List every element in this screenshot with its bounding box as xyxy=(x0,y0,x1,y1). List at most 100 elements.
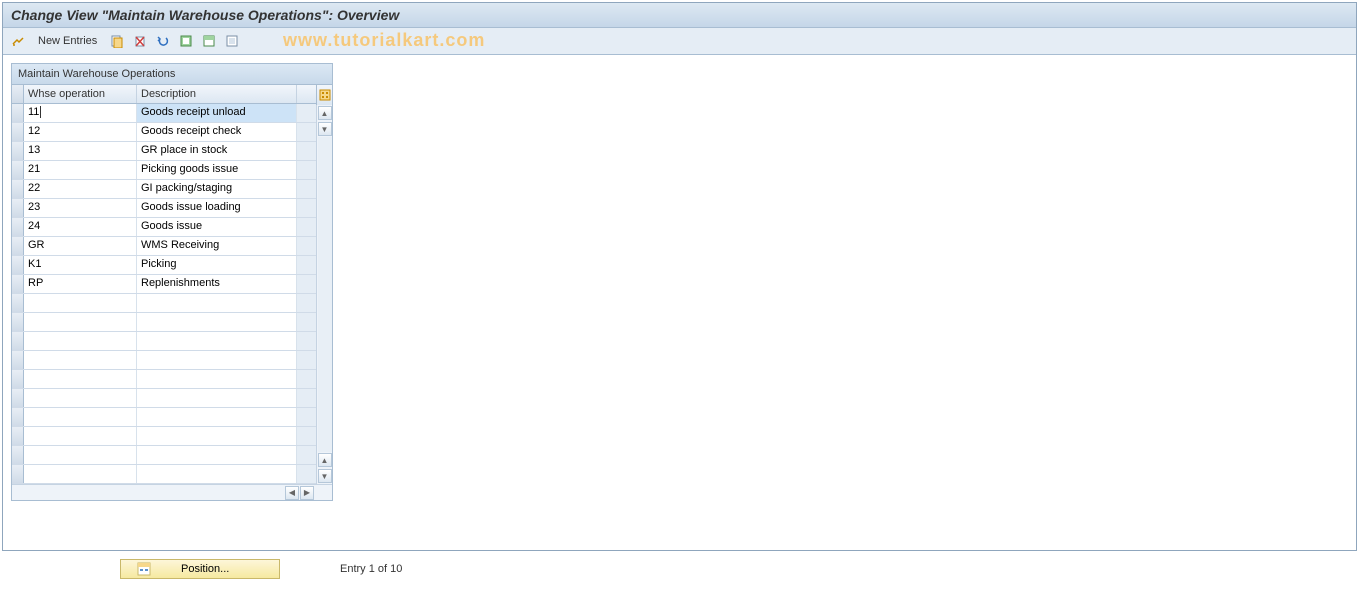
row-selector[interactable] xyxy=(12,218,24,236)
cell-description[interactable]: Goods receipt check xyxy=(137,123,297,141)
entry-count-text: Entry 1 of 10 xyxy=(340,563,402,575)
vertical-scrollbar[interactable]: ▲ ▼ ▲ ▼ xyxy=(316,105,332,484)
row-selector[interactable] xyxy=(12,427,24,445)
cell-description[interactable] xyxy=(137,294,297,312)
cell-whse-op[interactable] xyxy=(24,446,137,464)
row-selector[interactable] xyxy=(12,389,24,407)
cell-whse-op[interactable]: RP xyxy=(24,275,137,293)
cell-whse-op[interactable]: 24 xyxy=(24,218,137,236)
grid-header-row: Whse operation Description xyxy=(12,85,316,104)
cell-description[interactable]: WMS Receiving xyxy=(137,237,297,255)
scroll-left-button[interactable]: ◀ xyxy=(285,486,299,500)
cell-description[interactable]: Goods receipt unload xyxy=(137,104,297,122)
new-entries-button[interactable]: New Entries xyxy=(32,33,103,49)
row-selector[interactable] xyxy=(12,104,24,122)
cell-description[interactable]: GR place in stock xyxy=(137,142,297,160)
cell-description[interactable]: Picking xyxy=(137,256,297,274)
cell-description[interactable]: Picking goods issue xyxy=(137,161,297,179)
cell-whse-op[interactable] xyxy=(24,294,137,312)
table-row xyxy=(12,465,316,484)
delete-icon[interactable] xyxy=(131,32,149,50)
cell-description[interactable] xyxy=(137,313,297,331)
row-selector[interactable] xyxy=(12,199,24,217)
row-selector[interactable] xyxy=(12,275,24,293)
copy-as-icon[interactable] xyxy=(108,32,126,50)
position-button-label: Position... xyxy=(181,563,229,575)
toggle-display-change-icon[interactable] xyxy=(9,32,27,50)
row-selector[interactable] xyxy=(12,294,24,312)
cell-description[interactable] xyxy=(137,465,297,483)
cell-whse-op[interactable] xyxy=(24,313,137,331)
table-row: 12Goods receipt check xyxy=(12,123,316,142)
cell-whse-op[interactable] xyxy=(24,351,137,369)
row-selector[interactable] xyxy=(12,180,24,198)
cell-whse-op[interactable]: 21 xyxy=(24,161,137,179)
row-selector[interactable] xyxy=(12,256,24,274)
cell-whse-op[interactable]: GR xyxy=(24,237,137,255)
scroll-up-button[interactable]: ▲ xyxy=(318,106,332,120)
row-selector[interactable] xyxy=(12,465,24,483)
grid-container: Maintain Warehouse Operations Whse opera… xyxy=(11,63,333,501)
row-selector[interactable] xyxy=(12,123,24,141)
cell-description[interactable] xyxy=(137,427,297,445)
row-selector-header[interactable] xyxy=(12,85,24,103)
table-row xyxy=(12,294,316,313)
cell-whse-op[interactable]: 23 xyxy=(24,199,137,217)
scroll-down-button-2[interactable]: ▼ xyxy=(318,469,332,483)
table-row: 24Goods issue xyxy=(12,218,316,237)
toolbar: New Entries www.tutorialkart.com xyxy=(3,28,1356,55)
cell-description[interactable] xyxy=(137,446,297,464)
row-selector[interactable] xyxy=(12,351,24,369)
deselect-all-icon[interactable] xyxy=(223,32,241,50)
row-selector[interactable] xyxy=(12,408,24,426)
cell-whse-op[interactable] xyxy=(24,389,137,407)
row-selector[interactable] xyxy=(12,313,24,331)
select-block-icon[interactable] xyxy=(200,32,218,50)
row-selector[interactable] xyxy=(12,332,24,350)
column-header-whse-op[interactable]: Whse operation xyxy=(24,85,137,103)
cell-description[interactable] xyxy=(137,332,297,350)
cell-description[interactable]: GI packing/staging xyxy=(137,180,297,198)
cell-whse-op[interactable] xyxy=(24,427,137,445)
grid-body: 11Goods receipt unload12Goods receipt ch… xyxy=(12,104,316,484)
table-row xyxy=(12,332,316,351)
cell-whse-op[interactable]: 12 xyxy=(24,123,137,141)
row-selector[interactable] xyxy=(12,370,24,388)
cell-description[interactable] xyxy=(137,370,297,388)
cell-description[interactable]: Replenishments xyxy=(137,275,297,293)
table-settings-icon[interactable] xyxy=(316,85,332,105)
row-selector[interactable] xyxy=(12,446,24,464)
scroll-right-button[interactable]: ▶ xyxy=(300,486,314,500)
row-selector[interactable] xyxy=(12,161,24,179)
cell-whse-op[interactable]: 13 xyxy=(24,142,137,160)
scroll-up-button-2[interactable]: ▲ xyxy=(318,453,332,467)
cell-description[interactable] xyxy=(137,389,297,407)
horizontal-scrollbar[interactable]: ◀ ▶ xyxy=(12,484,332,500)
cell-whse-op[interactable] xyxy=(24,465,137,483)
page-title: Change View "Maintain Warehouse Operatio… xyxy=(3,3,1356,28)
row-selector[interactable] xyxy=(12,237,24,255)
cell-whse-op[interactable]: K1 xyxy=(24,256,137,274)
undo-icon[interactable] xyxy=(154,32,172,50)
table-row: RPReplenishments xyxy=(12,275,316,294)
select-all-icon[interactable] xyxy=(177,32,195,50)
scroll-track[interactable] xyxy=(318,137,332,452)
scroll-down-button[interactable]: ▼ xyxy=(318,122,332,136)
cell-whse-op[interactable]: 11 xyxy=(24,104,137,122)
cell-description[interactable] xyxy=(137,351,297,369)
cell-description[interactable]: Goods issue loading xyxy=(137,199,297,217)
table-row: K1Picking xyxy=(12,256,316,275)
table-row: 22GI packing/staging xyxy=(12,180,316,199)
row-selector[interactable] xyxy=(12,142,24,160)
table-row xyxy=(12,408,316,427)
column-header-description[interactable]: Description xyxy=(137,85,297,103)
cell-description[interactable]: Goods issue xyxy=(137,218,297,236)
cell-whse-op[interactable] xyxy=(24,332,137,350)
cell-whse-op[interactable]: 22 xyxy=(24,180,137,198)
cell-whse-op[interactable] xyxy=(24,370,137,388)
cell-whse-op[interactable] xyxy=(24,408,137,426)
table-row: 21Picking goods issue xyxy=(12,161,316,180)
grid-title: Maintain Warehouse Operations xyxy=(12,64,332,85)
position-button[interactable]: Position... xyxy=(120,559,280,579)
cell-description[interactable] xyxy=(137,408,297,426)
